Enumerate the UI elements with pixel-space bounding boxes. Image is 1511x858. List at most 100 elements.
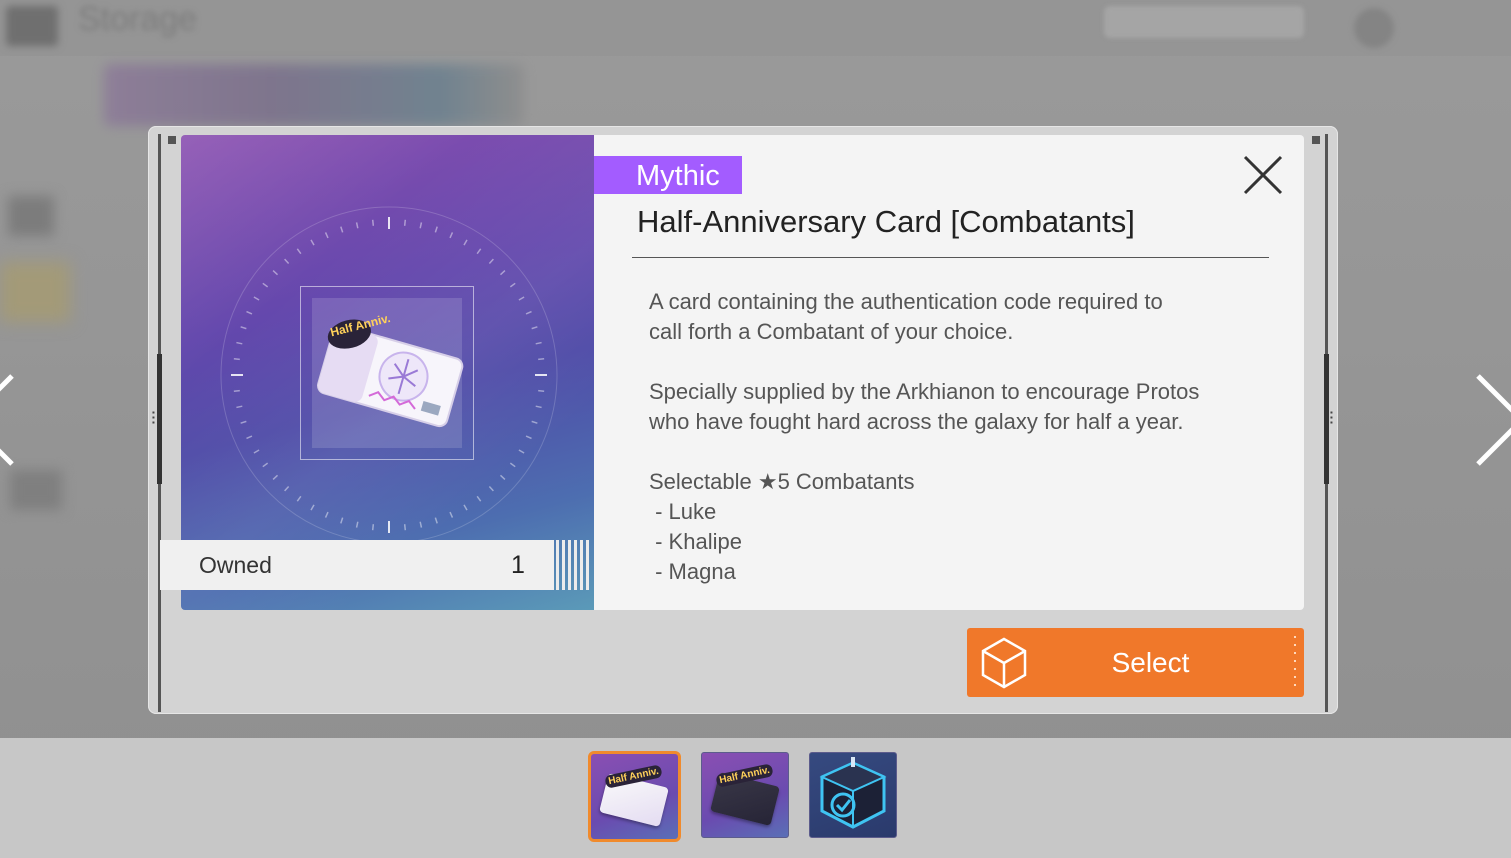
background-title: Storage — [78, 0, 198, 38]
dial-tick — [262, 282, 269, 288]
item-title: Half-Anniversary Card [Combatants] — [637, 204, 1135, 239]
description-line: Specially supplied by the Arkhianon to e… — [649, 379, 1200, 404]
frame-corner-mark — [168, 136, 176, 144]
dial-tick — [310, 239, 315, 246]
dial-tick — [499, 270, 506, 276]
owned-label: Owned — [199, 552, 272, 578]
dial-tick — [240, 326, 247, 330]
dial-tick — [531, 326, 538, 330]
dial-tick — [535, 405, 542, 409]
dial-tick — [236, 341, 243, 345]
dial-tick — [296, 495, 302, 502]
dial-tick — [233, 357, 240, 361]
background-search — [1104, 6, 1304, 38]
dial-tick — [284, 258, 290, 265]
dial-tick — [509, 282, 516, 288]
owned-bar-stripes — [556, 540, 592, 590]
dial-tick — [272, 474, 279, 480]
frame-dots: ▪ ▪ ▪ — [152, 408, 155, 427]
background-avatar — [1354, 8, 1394, 48]
frame-rail-accent — [1324, 354, 1329, 484]
dial-tick — [272, 270, 279, 276]
description-line: A card containing the authentication cod… — [649, 289, 1163, 314]
dial-tick — [403, 524, 407, 531]
frame-rail-accent — [157, 354, 162, 484]
dial-tick — [240, 420, 247, 424]
dial-tick — [253, 296, 260, 301]
dial-tick — [284, 485, 290, 492]
close-icon[interactable] — [1240, 152, 1286, 198]
thumbnail-half-anniversary-card[interactable]: Half Anniv. — [588, 751, 681, 842]
background-sidebar-item — [0, 262, 70, 322]
thumbnail-half-anniversary-card-dark[interactable]: Half Anniv. — [701, 752, 789, 838]
owned-count: 1 — [511, 551, 525, 579]
dial-tick — [509, 462, 516, 468]
dial-tick — [233, 389, 240, 393]
frame-corner-mark — [1312, 136, 1320, 144]
owned-bar: Owned 1 — [160, 540, 554, 590]
dial-tick — [525, 435, 532, 440]
rarity-badge: Mythic — [594, 156, 742, 194]
dial-tick — [434, 226, 438, 233]
dial-tick — [236, 405, 243, 409]
dial-tick — [518, 296, 525, 301]
dial-tick — [340, 517, 344, 524]
dial-tick — [310, 504, 315, 511]
dial-tick — [371, 219, 375, 226]
background-sidebar-item — [10, 470, 62, 510]
dial-tick — [518, 449, 525, 454]
dial-tick — [262, 462, 269, 468]
dial-tick — [476, 248, 482, 255]
background-sidebar-item — [8, 196, 54, 236]
dial-tick — [355, 521, 359, 528]
dial-tick — [525, 310, 532, 315]
background-logo — [6, 6, 58, 46]
thumbnail-selection-box[interactable] — [809, 752, 897, 838]
dial-tick — [296, 248, 302, 255]
dial-tick — [434, 517, 438, 524]
chevron-left-icon[interactable] — [0, 370, 20, 470]
description-gap — [649, 347, 1279, 377]
title-divider — [632, 257, 1269, 258]
dial-tick — [324, 232, 329, 239]
dial-tick — [488, 258, 494, 265]
background-tabs — [104, 64, 524, 126]
dial-tick — [246, 435, 253, 440]
dial-tick — [253, 449, 260, 454]
description-line: call forth a Combatant of your choice. — [649, 319, 1014, 344]
description-line: Selectable ★5 Combatants — [649, 469, 915, 494]
select-button[interactable]: Select — [967, 628, 1304, 697]
dial-tick — [449, 511, 454, 518]
dial-tick — [531, 420, 538, 424]
chevron-right-icon[interactable] — [1470, 370, 1511, 470]
description-line: - Magna — [649, 559, 736, 584]
select-button-dots — [1294, 636, 1296, 690]
box-check-icon — [819, 757, 887, 829]
description-gap — [649, 437, 1279, 467]
half-anniversary-card-icon: Half Anniv. — [317, 313, 464, 428]
description-line: who have fought hard across the galaxy f… — [649, 409, 1184, 434]
dial-tick — [371, 524, 375, 531]
select-label: Select — [1111, 647, 1190, 678]
dial-tick — [340, 226, 344, 233]
dial-tick — [463, 239, 468, 246]
description-line: - Luke — [649, 499, 717, 524]
description-line: - Khalipe — [649, 529, 742, 554]
item-description: A card containing the authentication cod… — [649, 287, 1279, 587]
dial-tick — [538, 357, 545, 361]
dial-tick — [419, 222, 423, 229]
dial-tick — [499, 474, 506, 480]
dial-tick — [324, 511, 329, 518]
dial-tick — [488, 485, 494, 492]
dial-tick — [403, 219, 407, 226]
frame-dots: ▪ ▪ ▪ — [1330, 408, 1333, 427]
dial-tick — [476, 495, 482, 502]
dial-tick — [355, 222, 359, 229]
item-image-panel: Half Anniv. — [181, 135, 594, 610]
dial-tick — [463, 504, 468, 511]
dial-tick — [449, 232, 454, 239]
dial-tick — [535, 341, 542, 345]
thumbnail-list: Half Anniv. Half Anniv. — [588, 751, 897, 842]
dial-tick — [419, 521, 423, 528]
dial-tick — [538, 389, 545, 393]
